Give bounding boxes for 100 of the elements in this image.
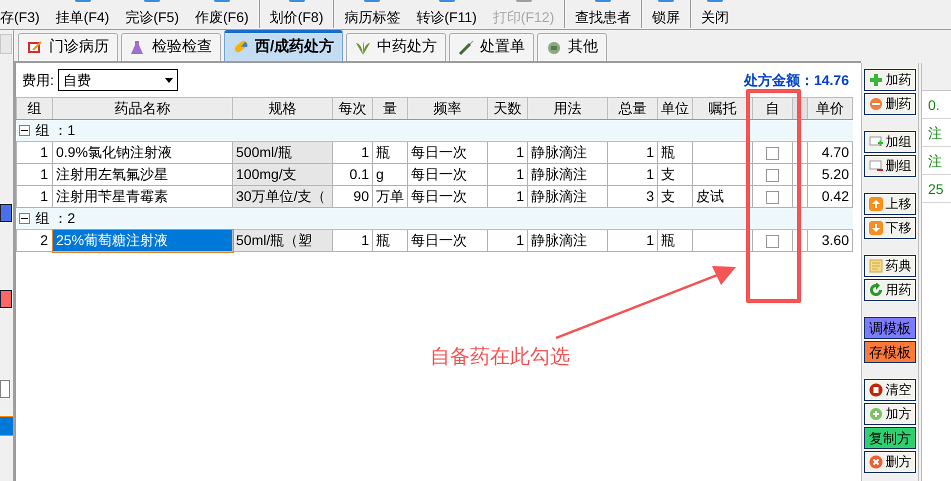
column-header[interactable]: 用法 [528,98,608,120]
table-cell: 1 [16,164,52,186]
column-header[interactable]: 量 [372,98,408,120]
tab[interactable]: 其他 [537,33,608,61]
toolbar-button[interactable]: 划价(F8) [270,0,324,28]
sidebar-button[interactable]: 上移 [864,193,916,215]
table-cell: 500ml/瓶 [232,142,332,164]
table-cell: 每日一次 [408,164,488,186]
table-cell: 每日一次 [408,142,488,164]
sidebar-button[interactable]: 存模板 [864,341,916,363]
close-icon [868,455,882,469]
column-header[interactable]: 药品名称 [52,98,232,120]
column-header[interactable]: 每次 [332,98,372,120]
sidebar-button[interactable]: 加方 [864,403,916,425]
sidebar-button[interactable]: 删药 [864,93,916,115]
tab[interactable]: 检验检查 [121,33,221,61]
column-header[interactable]: 总量 [608,98,658,120]
toolbar-button[interactable]: 锁屏 [652,0,680,28]
column-header[interactable]: 规格 [232,98,332,120]
table-cell: 静脉滴注 [528,164,608,186]
syringe-icon [458,40,474,56]
tab[interactable]: 西/成药处方 [224,30,344,61]
list-item[interactable]: 0. [922,91,951,119]
table-cell: 25%葡萄糖注射液 [52,230,232,252]
toolbar-button[interactable]: 作废(F6) [195,0,249,28]
flask-icon [130,40,146,56]
sidebar-button[interactable]: 清空 [864,379,916,401]
sidebar-button[interactable]: 复制方 [864,427,916,449]
add-group-icon [868,135,882,149]
toolbar-button[interactable]: 转诊(F11) [416,0,477,28]
checkbox[interactable] [766,190,779,204]
checkbox[interactable] [766,146,779,160]
minus-icon [868,97,882,111]
table-cell: 5.20 [808,164,852,186]
plus-icon [868,73,882,87]
toolbar-button[interactable]: 挂单(F4) [56,0,110,28]
toolbar-button[interactable]: 完诊(F5) [125,0,180,28]
list-item[interactable]: 注 [922,147,951,175]
column-header[interactable]: 组 [16,98,52,120]
prescription-total: 处方金额：14.76 [744,70,849,90]
sidebar-button[interactable]: 加药 [864,69,916,91]
remove-group-icon [868,159,882,173]
group-label: 组 ：1 [36,121,76,140]
table-cell: 50ml/瓶（塑 [232,230,332,252]
list-item[interactable]: 25 [922,175,951,203]
column-header[interactable]: 单价 [808,98,852,120]
checkbox[interactable] [766,168,779,182]
sidebar-button[interactable]: 删方 [864,451,916,473]
table-cell: 1 [488,164,528,186]
column-header[interactable]: 频率 [408,98,488,120]
collapse-icon[interactable] [18,213,30,224]
dropdown-field[interactable] [0,380,10,398]
toolbar-button[interactable]: 存(F3) [0,0,40,28]
toolbar-button[interactable]: 病历标签 [344,0,400,28]
table-cell: 1 [332,142,372,164]
caret-icon [164,78,173,82]
side-panel-button[interactable] [0,204,12,222]
table-cell: 1 [488,230,528,252]
toolbar-button[interactable]: 查找患者 [575,0,632,28]
sidebar-button[interactable]: 删组 [864,155,916,177]
checkbox[interactable] [766,234,779,248]
table-cell: 1 [332,230,372,252]
side-list-selection[interactable] [0,416,13,436]
tab[interactable]: 中药处方 [346,33,446,61]
side-panel-button[interactable] [0,290,12,308]
annotation-text: 自备药在此勾选 [430,345,570,370]
notepad-icon [868,259,882,273]
plus-circle-icon [868,407,882,421]
sidebar-button[interactable]: 加组 [864,131,916,153]
sidebar-button[interactable]: 调模板 [864,317,916,339]
fee-select[interactable]: 自费 [58,69,178,91]
table-cell: 2 [16,230,52,252]
table-cell: 静脉滴注 [528,142,608,164]
refresh-icon [868,283,882,297]
table-cell: g [372,164,408,186]
list-item[interactable]: 注 [922,119,951,147]
sidebar-button[interactable]: 用药 [864,279,916,301]
tab[interactable]: 门诊病历 [18,33,118,61]
table-cell: 每日一次 [408,230,488,252]
tab[interactable]: 处置单 [449,33,534,61]
group-label: 组 ：2 [36,209,76,228]
column-header[interactable]: 天数 [488,98,528,120]
table-cell: 1 [16,142,52,164]
table-cell: 3.60 [808,230,852,252]
table-cell: 静脉滴注 [528,230,608,252]
leaf-icon [355,40,372,56]
table-cell: 30万单位/支（ [232,186,332,208]
up-arrow-icon [868,197,882,211]
table-cell: 1 [16,186,52,208]
sidebar-button[interactable]: 药典 [864,255,916,277]
collapse-icon[interactable] [18,125,30,136]
sidebar-button[interactable]: 下移 [864,217,916,239]
table-cell: 瓶 [658,230,692,252]
toolbar-button[interactable]: 关闭 [701,0,730,28]
column-header[interactable]: 自 [752,98,792,120]
column-header[interactable]: 嘱托 [692,98,752,120]
table-cell: 1 [608,230,658,252]
column-header[interactable]: 单位 [658,98,692,120]
table-cell: 100mg/支 [232,164,332,186]
table-cell: 1 [488,142,528,164]
